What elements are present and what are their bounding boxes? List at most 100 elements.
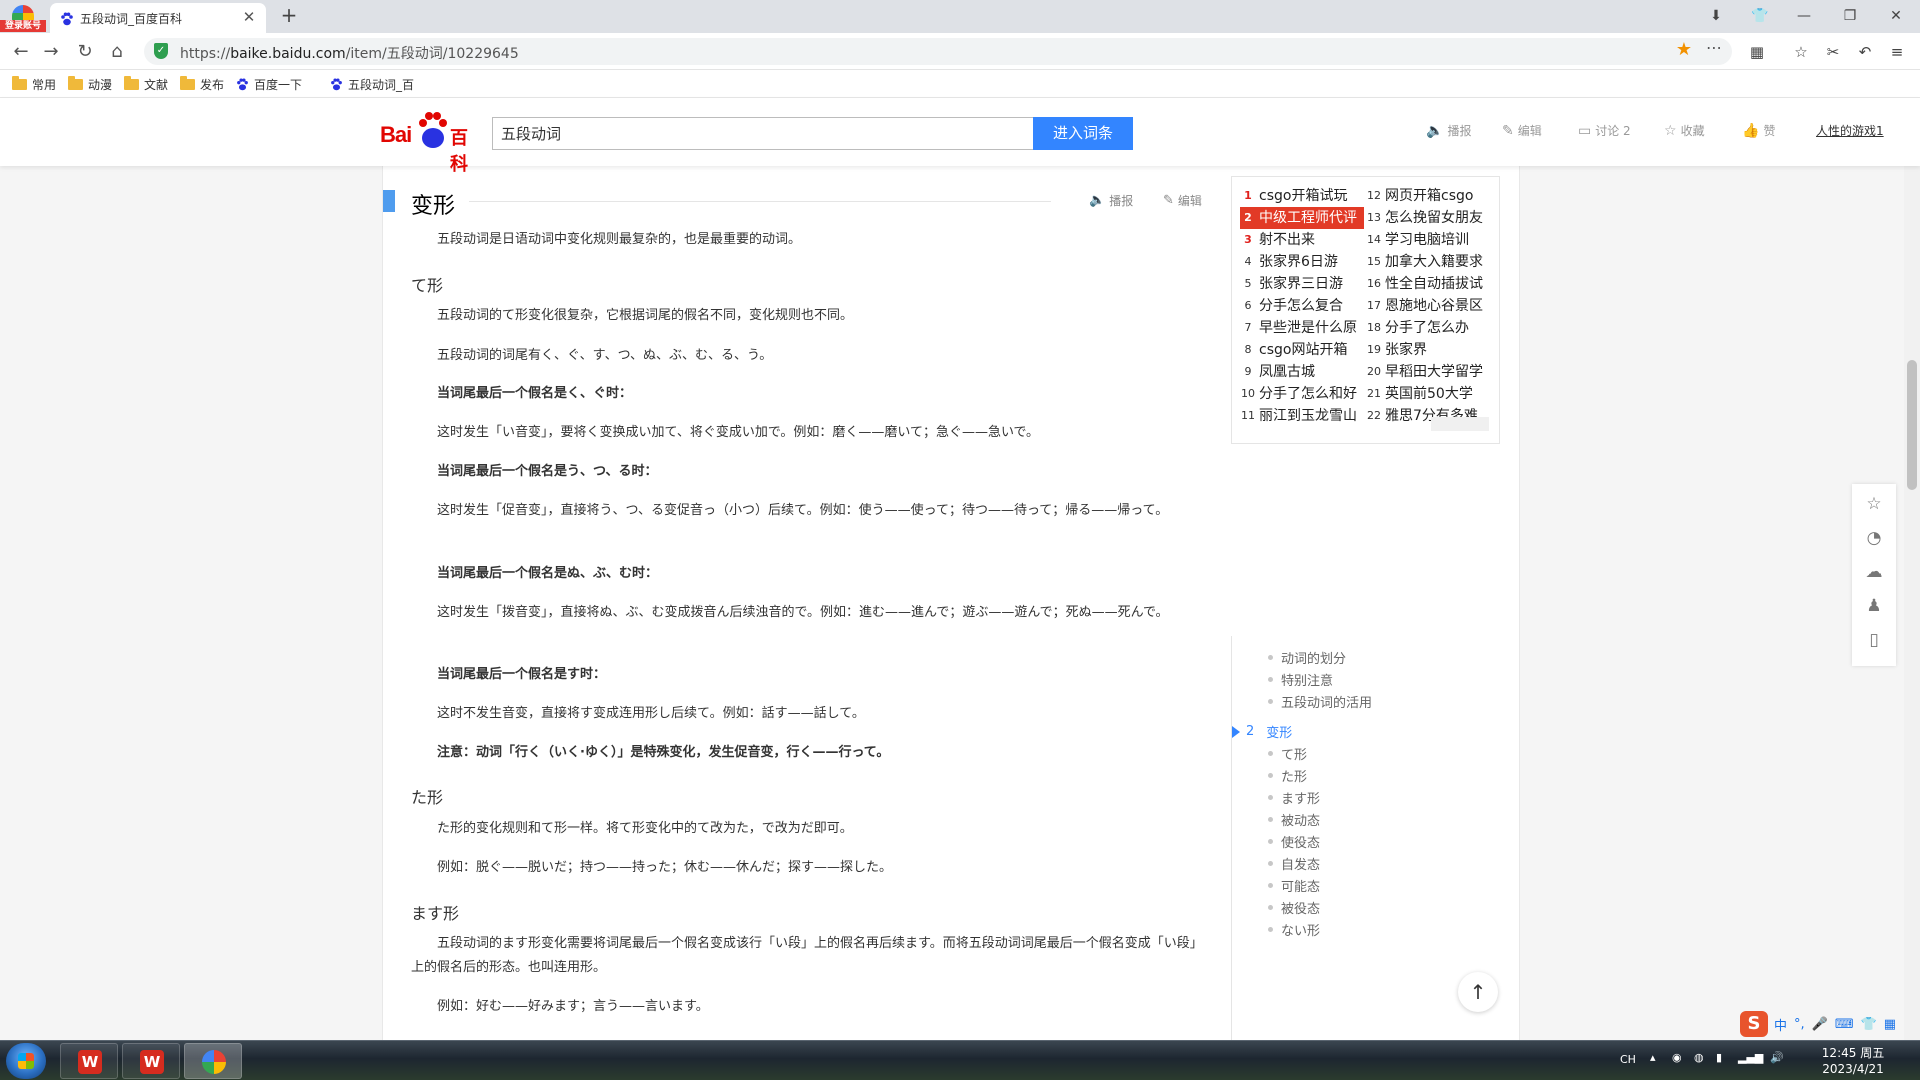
bookmark-link[interactable]: 五段动词_百 (330, 76, 414, 93)
bookmark-folder[interactable]: 文献 (124, 76, 168, 93)
favorites-list-icon[interactable]: ☆ (1790, 41, 1812, 63)
weibo-icon[interactable]: ◔ (1864, 528, 1884, 548)
close-window-button[interactable]: ✕ (1876, 4, 1916, 28)
reload-icon[interactable]: ↻ (72, 39, 98, 65)
page-scrollbar[interactable] (1904, 166, 1920, 1040)
skin-icon[interactable]: 👕 (1861, 1017, 1877, 1032)
hot-item[interactable]: 14 学习电脑培训 (1366, 229, 1490, 251)
section-broadcast-button[interactable]: 🔈 播报 (1089, 192, 1133, 209)
hot-item[interactable]: 17 恩施地心谷景区 (1366, 295, 1490, 317)
hot-item[interactable]: 13 怎么挽留女朋友 (1366, 207, 1490, 229)
sogou-ime-icon[interactable]: S (1740, 1011, 1768, 1037)
user-link[interactable]: 人性的游戏1 (1816, 122, 1884, 139)
hot-item-highlighted[interactable]: 2 中级工程师代评 (1240, 207, 1364, 229)
browser-tab-active[interactable]: 五段动词_百度百科 ✕ (50, 3, 266, 33)
hot-item[interactable]: 10 分手了怎么和好 (1240, 383, 1364, 405)
wechat-tray-icon[interactable]: ◉ (1672, 1051, 1682, 1064)
hot-item[interactable]: 18 分手了怎么办 (1366, 317, 1490, 339)
hot-item[interactable]: 11 丽江到玉龙雪山 (1240, 405, 1364, 427)
punctuation-icon[interactable]: °, (1794, 1017, 1805, 1032)
menu-icon[interactable]: ≡ (1886, 41, 1908, 63)
microphone-icon[interactable]: 🎤 (1812, 1017, 1828, 1032)
network-icon[interactable]: ▂▄▆ (1738, 1051, 1763, 1064)
qq-icon[interactable]: ♟ (1864, 596, 1884, 616)
hot-item[interactable]: 12 网页开箱csgo (1366, 185, 1490, 207)
like-button[interactable]: 👍 赞 (1742, 122, 1775, 139)
hot-item[interactable]: 19 张家界 (1366, 339, 1490, 361)
toc-item[interactable]: 可能态 (1268, 876, 1320, 895)
tray-app-icon[interactable]: ◍ (1694, 1051, 1704, 1064)
ime-mode[interactable]: 中 (1774, 1015, 1787, 1034)
hot-item[interactable]: 4 张家界6日游 (1240, 251, 1364, 273)
start-button[interactable] (6, 1043, 46, 1079)
more-dots-icon[interactable]: ⋯ (1706, 38, 1722, 57)
collect-button[interactable]: ☆ 收藏 (1664, 122, 1705, 139)
back-arrow-icon[interactable]: ← (8, 39, 34, 65)
restore-button[interactable]: ❐ (1830, 4, 1870, 28)
apps-grid-icon[interactable]: ▦ (1746, 41, 1768, 63)
minimize-button[interactable]: — (1784, 4, 1824, 28)
section-edit-button[interactable]: ✎ 编辑 (1163, 192, 1202, 209)
toc-item[interactable]: 五段动词的活用 (1268, 692, 1372, 711)
toc-item[interactable]: ます形 (1268, 788, 1320, 807)
volume-icon[interactable]: 🔊 (1770, 1051, 1784, 1064)
url-field[interactable]: ✓ https://baike.baidu.com/item/五段动词/1022… (144, 38, 1732, 65)
bookmark-folder[interactable]: 动漫 (68, 76, 112, 93)
toc-item[interactable]: た形 (1268, 766, 1307, 785)
skin-icon[interactable]: 👕 (1740, 4, 1780, 28)
toc-item[interactable]: 自发态 (1268, 854, 1320, 873)
undo-icon[interactable]: ↶ (1854, 41, 1876, 63)
toc-item[interactable]: 使役态 (1268, 832, 1320, 851)
toc-item[interactable]: 被动态 (1268, 810, 1320, 829)
toc-item[interactable]: 动词的划分 (1268, 648, 1346, 667)
hot-item[interactable]: 16 性全自动插拔试 (1366, 273, 1490, 295)
login-account-button[interactable]: 登录账号 (0, 3, 46, 32)
taskbar-wps-office[interactable]: W (122, 1043, 180, 1079)
toc-item[interactable]: て形 (1268, 744, 1307, 763)
new-tab-button[interactable]: + (276, 3, 302, 27)
hot-item[interactable]: 7 早些泄是什么原 (1240, 317, 1364, 339)
scissors-icon[interactable]: ✂ (1822, 41, 1844, 63)
toc-item[interactable]: ない形 (1268, 920, 1320, 939)
power-icon[interactable]: ▮ (1716, 1051, 1722, 1064)
hot-item[interactable]: 6 分手怎么复合 (1240, 295, 1364, 317)
toc-item[interactable]: 被役态 (1268, 898, 1320, 917)
bookmark-folder[interactable]: 发布 (180, 76, 224, 93)
taskbar-wps-writer[interactable]: W (60, 1043, 118, 1079)
broadcast-button[interactable]: 🔈 播报 (1426, 122, 1471, 139)
hot-item[interactable]: 9 凤凰古城 (1240, 361, 1364, 383)
star-icon[interactable]: ☆ (1864, 494, 1884, 514)
search-input[interactable] (492, 117, 1033, 150)
hot-item[interactable]: 5 张家界三日游 (1240, 273, 1364, 295)
scrollbar-thumb[interactable] (1907, 360, 1917, 490)
downloads-icon[interactable]: ⬇ (1696, 4, 1736, 28)
hot-item[interactable]: 15 加拿大入籍要求 (1366, 251, 1490, 273)
ime-tools-icon[interactable]: ▦ (1884, 1017, 1896, 1032)
baidu-baike-logo[interactable]: Bai 百科 (380, 110, 484, 175)
system-clock[interactable]: 12:45 周五 2023/4/21 (1818, 1045, 1888, 1077)
hot-item[interactable]: 21 英国前50大学 (1366, 383, 1490, 405)
hot-item[interactable]: 1 csgo开箱试玩 (1240, 185, 1364, 207)
paragraph-bold: 当词尾最后一个假名是う、つ、る时： (437, 464, 658, 479)
mobile-icon[interactable]: ▯ (1864, 630, 1884, 650)
hot-item[interactable]: 20 早稻田大学留学 (1366, 361, 1490, 383)
discuss-button[interactable]: ▭ 讨论 2 (1578, 122, 1631, 139)
wechat-icon[interactable]: ☁ (1864, 562, 1884, 582)
toc-item-active[interactable]: 2 变形 (1232, 722, 1292, 741)
forward-arrow-icon[interactable]: → (38, 39, 64, 65)
hot-item[interactable]: 3 射不出来 (1240, 229, 1364, 251)
keyboard-icon[interactable]: ⌨ (1835, 1017, 1854, 1032)
bookmark-star-icon[interactable]: ★ (1676, 39, 1692, 60)
taskbar-browser[interactable] (184, 1043, 242, 1079)
tray-expand-icon[interactable]: ▴ (1650, 1051, 1656, 1064)
hot-item[interactable]: 8 csgo网站开箱 (1240, 339, 1364, 361)
enter-entry-button[interactable]: 进入词条 (1033, 117, 1133, 150)
home-icon[interactable]: ⌂ (104, 39, 130, 65)
back-to-top-button[interactable]: ↑ (1458, 972, 1498, 1012)
language-indicator[interactable]: CH (1620, 1053, 1636, 1066)
bookmark-link[interactable]: 百度一下 (236, 76, 302, 93)
toc-item[interactable]: 特别注意 (1268, 670, 1333, 689)
edit-button[interactable]: ✎ 编辑 (1502, 122, 1542, 139)
bookmark-folder[interactable]: 常用 (12, 76, 56, 93)
tab-close-icon[interactable]: ✕ (240, 8, 258, 26)
